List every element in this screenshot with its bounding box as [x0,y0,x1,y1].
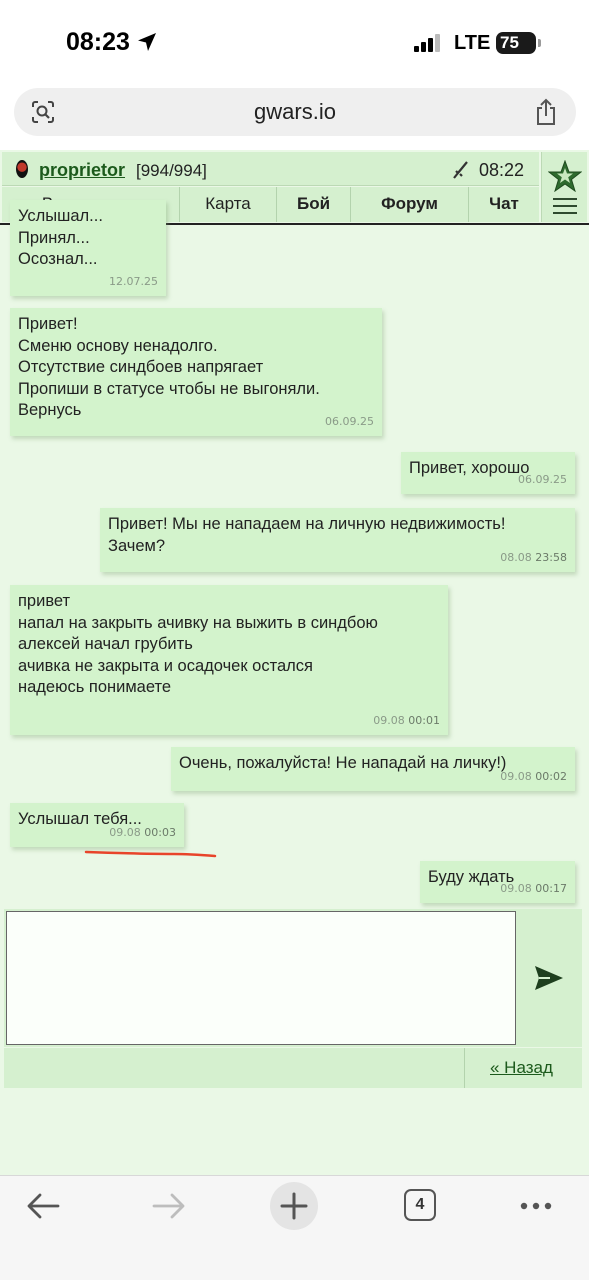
server-clock: 08:22 [479,160,525,180]
message-text: привет напал на закрыть ачивку на выжить… [18,592,378,696]
star-icon[interactable] [548,160,582,192]
menu-panel[interactable] [541,152,587,222]
message-timestamp: 09.08 00:02 [500,769,567,783]
message-timestamp: 06.09.25 [518,472,567,486]
footer-bar: « Назад [4,1048,582,1088]
browser-toolbar: 4 [0,1175,589,1280]
message-outgoing: Привет, хорошо 06.09.25 [401,452,575,494]
battery-tip [538,39,541,47]
hp-counter: [994/994] [136,161,207,180]
message-incoming: Привет! Сменю основу ненадолго. Отсутств… [10,308,382,436]
footer-divider [464,1048,465,1088]
plus-icon[interactable] [270,1182,318,1230]
message-timestamp: 09.08 00:01 [373,713,440,727]
tab-count: 4 [415,1196,425,1213]
forward-arrow-icon[interactable] [152,1192,186,1220]
url-text[interactable]: gwars.io [14,99,576,125]
tabs-button[interactable]: 4 [404,1189,436,1221]
rifle-icon [453,161,468,179]
nav-forum[interactable]: Форум [351,187,469,222]
player-bar: proprietor [994/994] 08:22 [2,152,539,186]
message-timestamp: 09.08 00:17 [500,881,567,895]
more-dots-icon[interactable] [520,1202,552,1210]
red-underline-annotation [84,850,217,858]
status-time: 08:23 [66,28,130,56]
battery-level: 75 [500,33,519,52]
username-link[interactable]: proprietor [39,160,125,181]
message-timestamp: 06.09.25 [325,414,374,428]
message-input[interactable] [6,911,516,1045]
game-page: proprietor [994/994] 08:22 Вооружение Ка… [0,150,589,1175]
message-outgoing: Привет! Мы не нападаем на личную недвижи… [100,508,575,572]
message-outgoing: Очень, пожалуйста! Не нападай на личку!)… [171,747,575,791]
message-incoming: Услышал тебя... 09.08 00:03 [10,803,184,847]
message-text: Услышал... Принял... Осознал... [18,207,103,268]
message-text: Привет! Сменю основу ненадолго. Отсутств… [18,315,320,419]
signal-bars-icon [414,34,440,52]
nav-chat[interactable]: Чат [469,187,539,222]
status-bar: 08:23 LTE 75 [0,0,589,88]
battery-icon: 75 [496,32,536,54]
address-bar[interactable]: gwars.io [14,88,576,136]
message-outgoing: Буду ждать 09.08 00:17 [420,861,575,903]
message-text: Привет! Мы не нападаем на личную недвижи… [108,515,506,555]
back-arrow-icon[interactable] [26,1192,60,1220]
nav-map[interactable]: Карта [180,187,277,222]
send-arrow-icon[interactable] [534,965,564,991]
hamburger-menu-icon[interactable] [553,198,577,214]
message-timestamp: 12.07.25 [109,274,158,288]
back-link[interactable]: « Назад [490,1058,553,1078]
network-type: LTE [454,32,491,54]
message-incoming: Услышал... Принял... Осознал... 12.07.25 [10,200,166,296]
send-button[interactable] [518,911,580,1045]
message-timestamp: 09.08 00:03 [109,825,176,839]
message-composer [4,909,582,1047]
share-icon[interactable] [534,97,558,127]
avatar[interactable] [16,160,28,178]
nav-battle[interactable]: Бой [277,187,351,222]
message-timestamp: 08.08 23:58 [500,550,567,564]
location-arrow-icon [138,33,156,51]
message-incoming: привет напал на закрыть ачивку на выжить… [10,585,448,735]
new-tab-button[interactable] [270,1182,318,1230]
